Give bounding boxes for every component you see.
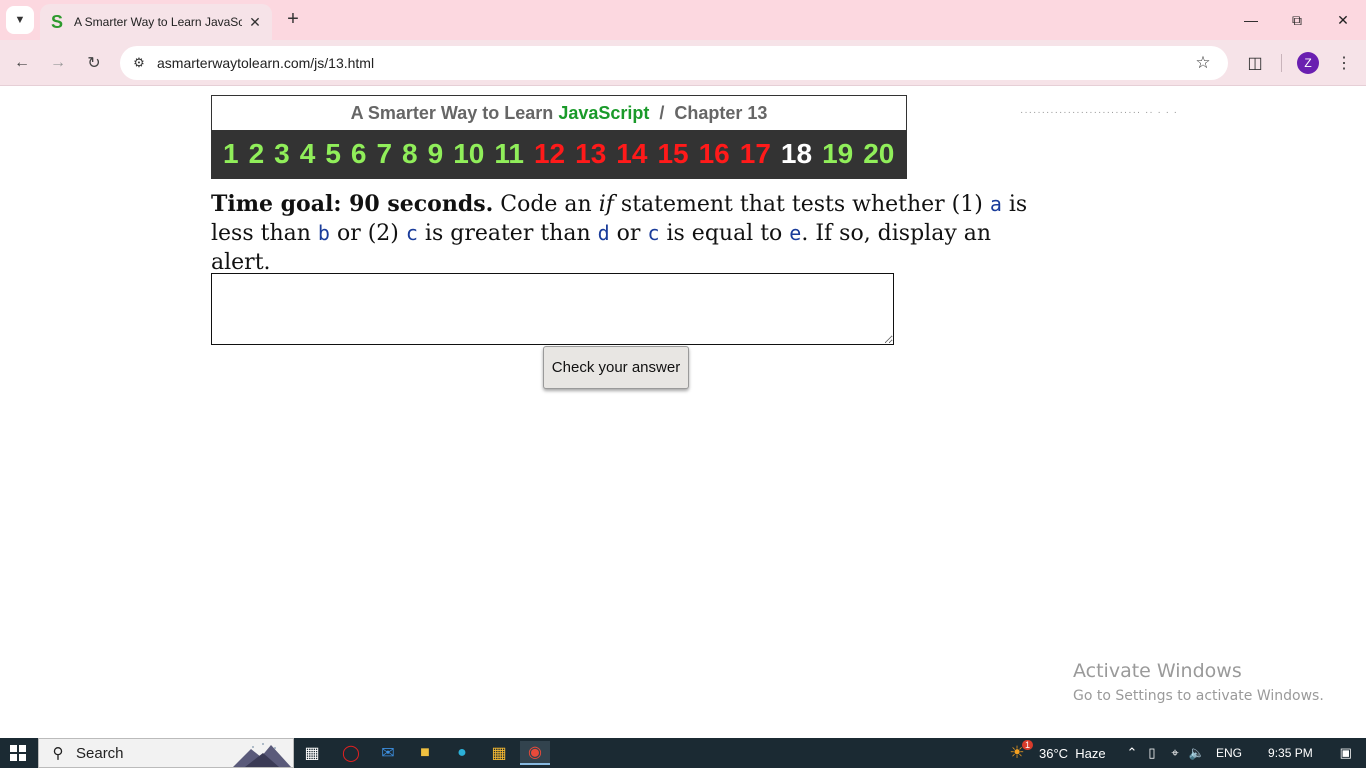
start-button[interactable] xyxy=(0,738,36,768)
restore-button[interactable]: ⧉ xyxy=(1274,0,1320,40)
weather-badge: 1 xyxy=(1021,740,1033,750)
toolbar-divider xyxy=(1281,54,1282,72)
chapter-link-18[interactable]: 18 xyxy=(781,130,812,178)
code-var-c: c xyxy=(405,221,418,245)
volume-icon[interactable]: 🔈 xyxy=(1186,745,1208,761)
decorative-dots: ···························· ·· · · · xyxy=(1020,107,1179,118)
browser-tab-active[interactable]: S A Smarter Way to Learn JavaScr ✕ xyxy=(40,4,272,40)
chapter-link-4[interactable]: 4 xyxy=(300,130,316,178)
browser-tab-strip: ▼ S A Smarter Way to Learn JavaScr ✕ + —… xyxy=(0,0,1366,40)
code-var-c: c xyxy=(647,221,660,245)
profile-avatar[interactable]: Z xyxy=(1297,52,1319,74)
windows-logo-icon xyxy=(10,745,26,761)
new-tab-button[interactable]: + xyxy=(282,8,304,30)
url-text[interactable]: asmarterwaytolearn.com/js/13.html xyxy=(157,55,374,71)
language-indicator[interactable]: ENG xyxy=(1216,746,1242,760)
title-brand[interactable]: JavaScript xyxy=(558,103,649,124)
clock[interactable]: 9:35 PM xyxy=(1268,746,1313,760)
chapter-link-11[interactable]: 11 xyxy=(494,130,524,178)
prompt-text: Code an xyxy=(493,192,599,217)
chapter-link-10[interactable]: 10 xyxy=(453,130,484,178)
chapter-link-20[interactable]: 20 xyxy=(863,130,894,178)
file-explorer-icon[interactable]: ■ xyxy=(410,741,440,765)
time-goal: Time goal: 90 seconds. xyxy=(211,191,494,217)
page-content: A Smarter Way to Learn JavaScript / Chapte… xyxy=(0,87,1366,738)
bookmark-star-icon[interactable]: ☆ xyxy=(1192,52,1214,74)
chapter-link-5[interactable]: 5 xyxy=(325,130,341,178)
windows-taskbar: ⚲ Search ▦ ◯ ✉ ■ ● ▦ ◉ ☀ 1 36°C Haze ⌃ ▯ … xyxy=(0,738,1366,768)
chrome-browser-icon[interactable]: ◉ xyxy=(520,741,550,765)
exercise-number-bar: 1 2 3 4 5 6 7 8 9 10 11 12 13 14 15 16 17 18 19 20 xyxy=(212,130,906,178)
page-title: A Smarter Way to Learn JavaScript / Chapte… xyxy=(212,96,906,130)
tab-title: A Smarter Way to Learn JavaScr xyxy=(74,15,242,29)
watermark-subtitle: Go to Settings to activate Windows. xyxy=(1073,688,1324,704)
chevron-down-icon: ▼ xyxy=(14,14,26,26)
close-window-button[interactable]: ✕ xyxy=(1320,0,1366,40)
tab-search-button[interactable]: ▼ xyxy=(6,6,34,34)
chapter-link-8[interactable]: 8 xyxy=(402,130,418,178)
activate-windows-watermark: Activate Windows Go to Settings to activ… xyxy=(1073,660,1324,704)
prompt-text: statement that tests whether (1) xyxy=(613,192,990,217)
chapter-link-19[interactable]: 19 xyxy=(822,130,853,178)
chapter-link-14[interactable]: 14 xyxy=(616,130,647,178)
chapter-link-7[interactable]: 7 xyxy=(376,130,392,178)
search-placeholder: Search xyxy=(76,745,124,762)
prompt-text: or xyxy=(609,221,648,246)
code-var-b: b xyxy=(317,221,330,245)
chapter-link-9[interactable]: 9 xyxy=(428,130,444,178)
menu-kebab-icon[interactable]: ⋮ xyxy=(1331,50,1357,76)
search-highlight-image xyxy=(233,743,291,767)
chapter-header: A Smarter Way to Learn JavaScript / Chapte… xyxy=(211,95,907,179)
weather-text: 36°C Haze xyxy=(1039,745,1106,761)
check-answer-button[interactable]: Check your answer xyxy=(543,346,689,389)
code-var-a: a xyxy=(989,192,1002,216)
extensions-puzzle-icon[interactable]: ◫ xyxy=(1242,50,1268,76)
minimize-button[interactable]: — xyxy=(1228,0,1274,40)
answer-textarea[interactable] xyxy=(211,273,894,345)
title-separator: / xyxy=(659,102,665,123)
chapter-link-6[interactable]: 6 xyxy=(351,130,367,178)
taskbar-search-box[interactable]: ⚲ Search xyxy=(38,738,294,768)
chapter-label[interactable]: Chapter 13 xyxy=(674,103,767,124)
edge-browser-icon[interactable]: ● xyxy=(447,741,477,765)
battery-icon[interactable]: ▯ xyxy=(1140,745,1164,761)
reload-icon[interactable]: ↻ xyxy=(81,50,107,76)
chapter-link-16[interactable]: 16 xyxy=(699,130,730,178)
watermark-title: Activate Windows xyxy=(1073,660,1242,682)
wifi-icon[interactable]: ⌖ xyxy=(1164,745,1186,761)
site-info-icon[interactable]: ⚙ xyxy=(128,52,150,74)
code-var-d: d xyxy=(597,221,610,245)
weather-sun-icon: ☀ 1 xyxy=(1005,740,1033,764)
system-tray: ⌃ ▯ ⌖ 🔈 ENG 9:35 PM ▣ xyxy=(1124,738,1357,768)
weather-widget[interactable]: ☀ 1 36°C Haze xyxy=(1005,738,1106,768)
prompt-text: is equal to xyxy=(659,221,790,246)
chapter-link-1[interactable]: 1 xyxy=(223,130,239,178)
prompt-text: is greater than xyxy=(417,221,598,246)
chapter-link-13[interactable]: 13 xyxy=(575,130,606,178)
chapter-link-15[interactable]: 15 xyxy=(657,130,688,178)
chevron-up-icon[interactable]: ⌃ xyxy=(1124,745,1140,761)
code-var-e: e xyxy=(789,221,802,245)
site-favicon-icon: S xyxy=(50,12,63,32)
search-icon: ⚲ xyxy=(52,745,64,762)
back-arrow-icon[interactable]: ← xyxy=(9,50,35,76)
address-bar[interactable]: ⚙ asmarterwaytolearn.com/js/13.html ☆ xyxy=(120,46,1228,80)
close-tab-icon[interactable]: ✕ xyxy=(246,13,264,31)
prompt-text: or (2) xyxy=(329,221,406,246)
chapter-link-17[interactable]: 17 xyxy=(740,130,771,178)
chapter-link-12[interactable]: 12 xyxy=(534,130,565,178)
microsoft-store-icon[interactable]: ▦ xyxy=(484,741,514,765)
notifications-icon[interactable]: ▣ xyxy=(1335,745,1357,761)
exercise-prompt: Time goal: 90 seconds. Code an if statem… xyxy=(211,190,1031,277)
opera-browser-icon[interactable]: ◯ xyxy=(336,741,366,765)
chapter-link-3[interactable]: 3 xyxy=(274,130,290,178)
forward-arrow-icon[interactable]: → xyxy=(45,50,71,76)
prompt-keyword: if xyxy=(598,192,614,217)
title-prefix[interactable]: A Smarter Way to Learn xyxy=(351,103,554,124)
task-view-icon[interactable]: ▦ xyxy=(297,741,327,765)
browser-toolbar: ← → ↻ ⚙ asmarterwaytolearn.com/js/13.htm… xyxy=(0,40,1366,86)
mail-icon[interactable]: ✉ xyxy=(373,741,403,765)
chapter-link-2[interactable]: 2 xyxy=(249,130,265,178)
